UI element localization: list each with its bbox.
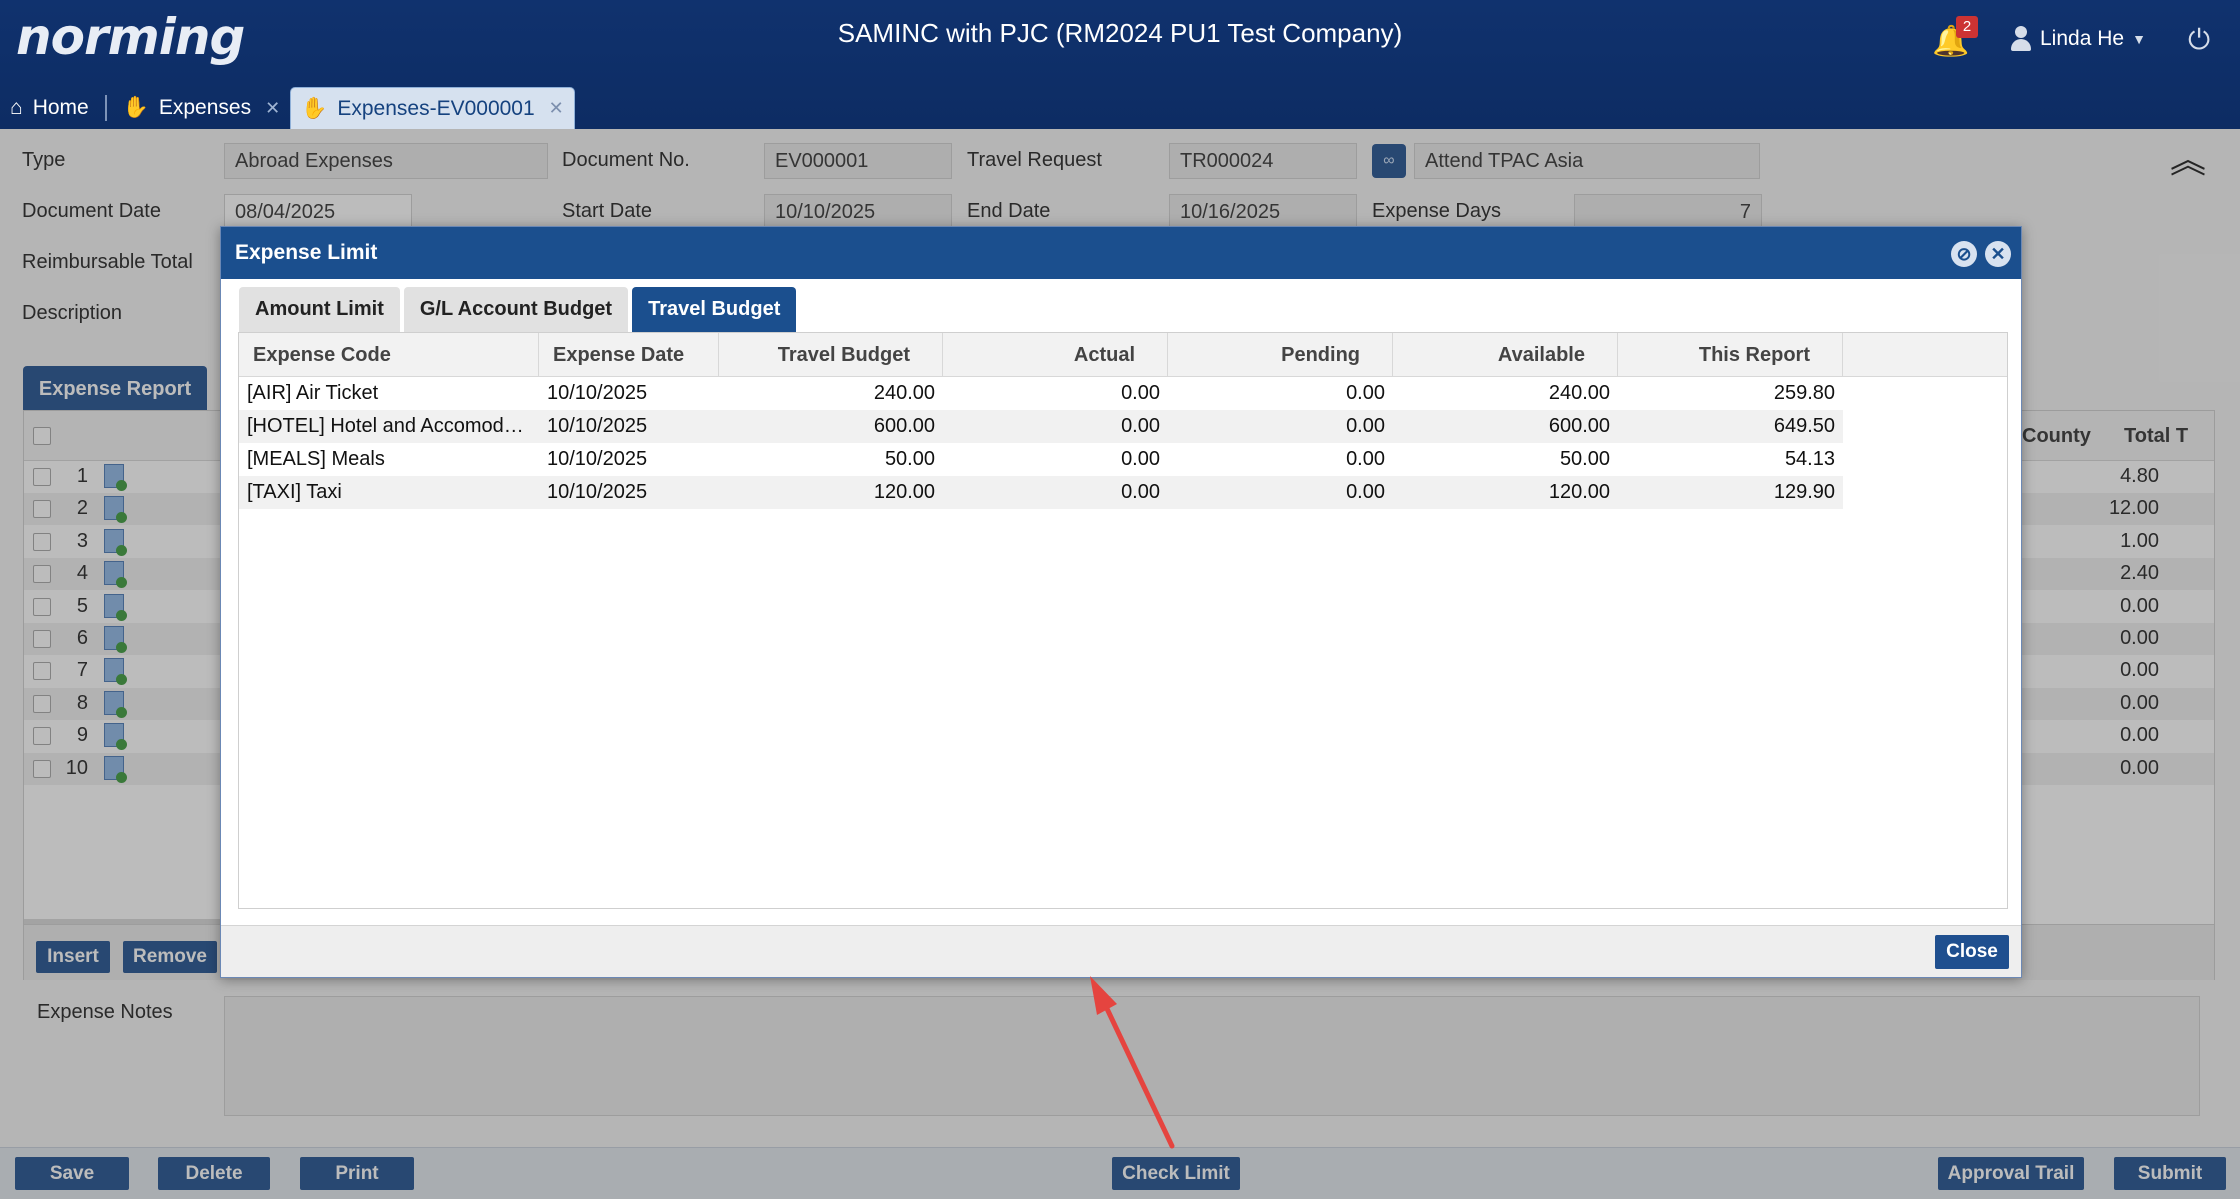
cell-report: 129.90 — [1773, 481, 1835, 503]
chevron-down-icon: ▼ — [2132, 31, 2146, 47]
cell-report: 649.50 — [1773, 415, 1835, 437]
cell-actual: 0.00 — [1121, 415, 1160, 437]
dialog-title-bar: Expense Limit ⊘ ✕ — [221, 227, 2021, 279]
column-header[interactable]: Pending — [1168, 333, 1393, 377]
tab-label: Expenses-EV000001 — [337, 96, 535, 120]
cell-report: 54.13 — [1784, 448, 1835, 470]
table-row[interactable]: [AIR] Air Ticket 10/10/2025 240.00 0.00 0.00… — [239, 377, 1843, 410]
tab-label: Home — [32, 96, 89, 119]
column-header[interactable]: Actual — [943, 333, 1168, 377]
expense-limit-dialog: Expense Limit ⊘ ✕ Amount Limit G/L Accou… — [220, 226, 2022, 978]
expense-hand-icon: ✋ — [301, 96, 328, 120]
travel-budget-table: Expense Code Expense Date Travel Budget … — [238, 332, 2008, 909]
tab-gl-account-budget[interactable]: G/L Account Budget — [403, 287, 629, 332]
cell-actual: 0.00 — [1121, 481, 1160, 503]
notification-badge[interactable]: 2 — [1956, 16, 1978, 38]
tab-expenses-ev000001[interactable]: ✋ Expenses-EV000001 ✕ — [290, 87, 575, 129]
tab-label: Expenses — [158, 96, 252, 119]
cell-date: 10/10/2025 — [547, 382, 648, 404]
cell-report: 259.80 — [1773, 382, 1835, 404]
cell-code: [MEALS] Meals — [247, 448, 385, 470]
dialog-title: Expense Limit — [235, 241, 378, 264]
tab-separator — [104, 95, 107, 121]
table-row[interactable]: [HOTEL] Hotel and Accomodation 10/10/2025… — [239, 410, 1843, 443]
cell-code: [AIR] Air Ticket — [247, 382, 379, 404]
cell-available: 50.00 — [1559, 448, 1610, 470]
dialog-tabs: Amount Limit G/L Account Budget Travel B… — [239, 287, 797, 332]
logout-icon[interactable]: ⏻ — [2188, 24, 2218, 56]
tab-bar: ⌂ Home ✋ Expenses ✕ ✋ Expenses-EV000001 … — [0, 84, 575, 129]
table-row[interactable]: [TAXI] Taxi 10/10/2025 120.00 0.00 0.00 120.0… — [239, 476, 1843, 509]
user-name: Linda He — [2040, 27, 2125, 50]
cell-actual: 0.00 — [1121, 448, 1160, 470]
table-row[interactable]: [MEALS] Meals 10/10/2025 50.00 0.00 0.00 50.0… — [239, 443, 1843, 476]
tab-travel-budget[interactable]: Travel Budget — [632, 287, 797, 332]
home-icon: ⌂ — [10, 96, 23, 119]
cell-budget: 600.00 — [873, 415, 935, 437]
user-menu[interactable]: Linda He ▼ — [2010, 26, 2146, 52]
cell-available: 120.00 — [1548, 481, 1610, 503]
cell-pending: 0.00 — [1346, 481, 1385, 503]
cell-budget: 240.00 — [873, 382, 935, 404]
cell-available: 600.00 — [1548, 415, 1610, 437]
column-header[interactable]: Expense Date — [539, 333, 719, 377]
cell-code: [TAXI] Taxi — [247, 481, 342, 503]
cell-code: [HOTEL] Hotel and Accomodation — [247, 415, 539, 437]
close-button[interactable]: Close — [1935, 935, 2009, 969]
company-title: SAMINC with PJC (RM2024 PU1 Test Company… — [837, 18, 1403, 48]
cell-budget: 50.00 — [884, 448, 935, 470]
cell-date: 10/10/2025 — [547, 481, 648, 503]
user-icon — [2010, 26, 2032, 52]
tab-home[interactable]: ⌂ Home — [0, 87, 99, 129]
column-header[interactable]: This Report — [1618, 333, 1843, 377]
tab-amount-limit[interactable]: Amount Limit — [239, 287, 400, 332]
column-header[interactable]: Expense Code — [239, 333, 539, 377]
cell-actual: 0.00 — [1121, 382, 1160, 404]
expense-hand-icon: ✋ — [122, 96, 149, 119]
tab-expenses[interactable]: ✋ Expenses ✕ — [113, 87, 290, 129]
column-header[interactable]: Available — [1393, 333, 1618, 377]
cell-budget: 120.00 — [873, 481, 935, 503]
maximize-icon[interactable]: ⊘ — [1951, 241, 1977, 267]
close-icon[interactable]: ✕ — [549, 98, 564, 119]
close-icon[interactable]: ✕ — [1985, 241, 2011, 267]
cell-date: 10/10/2025 — [547, 448, 648, 470]
close-icon[interactable]: ✕ — [265, 98, 280, 119]
cell-available: 240.00 — [1548, 382, 1610, 404]
table-header: Expense Code Expense Date Travel Budget … — [239, 333, 2007, 377]
cell-date: 10/10/2025 — [547, 415, 648, 437]
cell-pending: 0.00 — [1346, 448, 1385, 470]
cell-pending: 0.00 — [1346, 415, 1385, 437]
cell-pending: 0.00 — [1346, 382, 1385, 404]
dialog-footer: Close — [221, 925, 2021, 977]
column-header[interactable]: Travel Budget — [719, 333, 943, 377]
app-header: norming SAMINC with PJC (RM2024 PU1 Test… — [0, 0, 2240, 129]
